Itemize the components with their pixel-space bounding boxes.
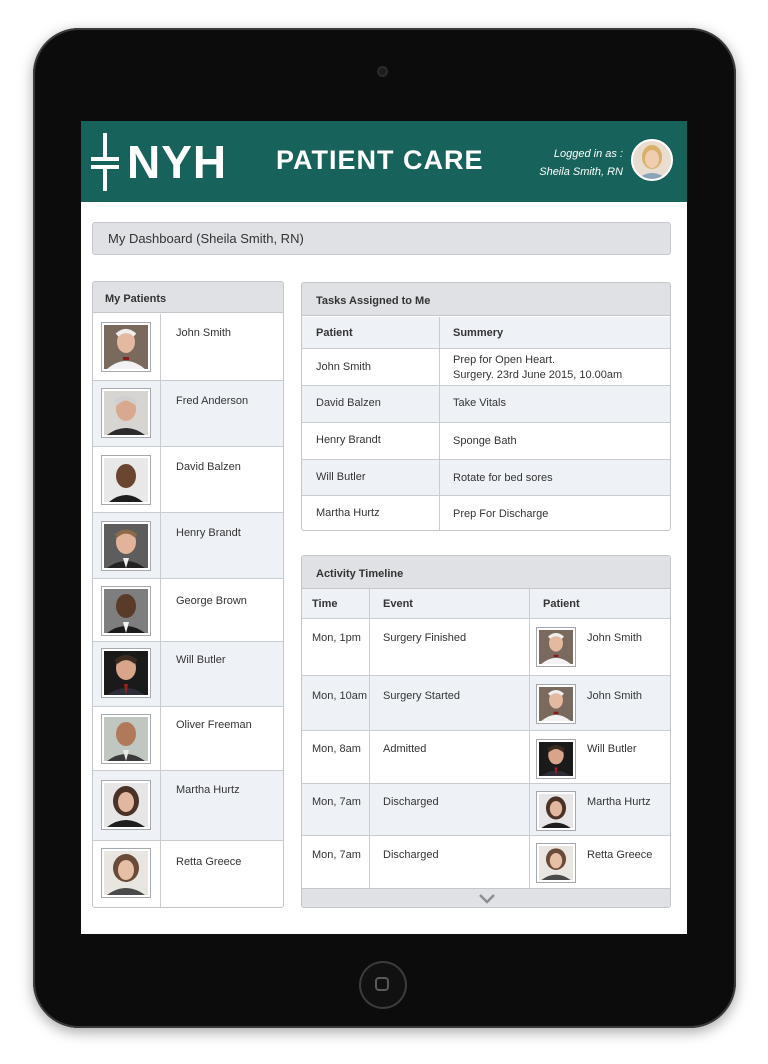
tasks-title: Tasks Assigned to Me	[302, 283, 670, 316]
task-row[interactable]: Will Butler Rotate for bed sores	[302, 460, 670, 496]
patient-photo	[537, 792, 575, 830]
patient-row[interactable]: Martha Hurtz	[93, 771, 283, 841]
nyh-logo-icon	[91, 133, 119, 191]
patient-photo	[102, 389, 150, 437]
chevron-down-icon	[479, 894, 495, 904]
patient-name: Henry Brandt	[176, 527, 241, 539]
patient-name: John Smith	[176, 327, 232, 339]
my-patients-panel: My Patients John Smith Fred Anderson Dav…	[92, 281, 284, 908]
column-header: Patient	[543, 598, 580, 610]
patient-row[interactable]: Fred Anderson	[93, 381, 283, 447]
timeline-patient: John Smith	[587, 690, 643, 702]
dashboard-title-bar: My Dashboard (Sheila Smith, RN)	[92, 222, 671, 255]
task-patient: Will Butler	[316, 471, 366, 483]
patient-row[interactable]: George Brown	[93, 579, 283, 642]
patient-photo	[102, 849, 150, 897]
logged-in-user: Sheila Smith, RN	[539, 166, 623, 178]
patient-name: Martha Hurtz	[176, 784, 240, 796]
column-header: Summery	[453, 327, 504, 339]
logo-text: NYH	[127, 136, 228, 188]
dashboard-title: My Dashboard (Sheila Smith, RN)	[108, 231, 304, 246]
patient-photo	[102, 587, 150, 635]
tasks-header-row: Patient Summery	[302, 317, 670, 349]
timeline-title: Activity Timeline	[302, 556, 670, 589]
timeline-time: Mon, 7am	[312, 796, 361, 808]
task-row[interactable]: David Balzen Take Vitals	[302, 386, 670, 423]
task-summary: Take Vitals	[453, 397, 506, 409]
activity-timeline-panel: Activity Timeline Time Event Patient Mon…	[301, 555, 671, 908]
timeline-event: Discharged	[383, 796, 439, 808]
nyh-logo[interactable]: NYH	[91, 131, 226, 193]
camera	[377, 66, 388, 77]
task-patient: Martha Hurtz	[316, 507, 380, 519]
task-patient: David Balzen	[316, 397, 381, 409]
user-avatar[interactable]	[631, 139, 673, 181]
patient-photo	[537, 740, 575, 778]
timeline-header-row: Time Event Patient	[302, 589, 670, 619]
patient-row[interactable]: Oliver Freeman	[93, 707, 283, 771]
task-row[interactable]: Martha Hurtz Prep For Discharge	[302, 496, 670, 530]
patient-row[interactable]: Henry Brandt	[93, 513, 283, 579]
timeline-time: Mon, 1pm	[312, 632, 361, 644]
header-bar: NYH PATIENT CARE Logged in as : Sheila S…	[81, 121, 687, 202]
patient-row[interactable]: Will Butler	[93, 642, 283, 707]
task-summary: Prep For Discharge	[453, 508, 549, 520]
timeline-time: Mon, 8am	[312, 743, 361, 755]
timeline-time: Mon, 7am	[312, 849, 361, 861]
patient-name: George Brown	[176, 595, 247, 607]
timeline-patient: Martha Hurtz	[587, 796, 651, 808]
timeline-patient: Retta Greece	[587, 849, 653, 861]
login-info: Logged in as : Sheila Smith, RN	[539, 145, 623, 181]
patient-row[interactable]: David Balzen	[93, 447, 283, 513]
task-patient: Henry Brandt	[316, 434, 381, 446]
timeline-event: Surgery Finished	[383, 632, 467, 644]
timeline-event: Surgery Started	[383, 690, 461, 702]
timeline-row[interactable]: Mon, 1pm Surgery Finished John Smith	[302, 619, 670, 676]
task-summary: Prep for Open Heart. Surgery. 23rd June …	[453, 354, 623, 381]
patient-photo	[537, 844, 575, 882]
app-title: PATIENT CARE	[276, 145, 484, 175]
patient-photo	[102, 522, 150, 570]
task-patient: John Smith	[316, 361, 372, 373]
my-patients-title: My Patients	[93, 282, 283, 313]
timeline-time: Mon, 10am	[312, 690, 368, 702]
column-header: Patient	[316, 327, 353, 339]
timeline-patient: John Smith	[587, 632, 643, 644]
patient-row[interactable]: Retta Greece	[93, 841, 283, 907]
patient-photo	[102, 781, 150, 829]
timeline-event: Discharged	[383, 849, 439, 861]
timeline-scroll-down-button[interactable]	[302, 888, 670, 907]
task-row[interactable]: John Smith Prep for Open Heart. Surgery.…	[302, 349, 670, 386]
timeline-row[interactable]: Mon, 7am Discharged Retta Greece	[302, 836, 670, 888]
timeline-row[interactable]: Mon, 7am Discharged Martha Hurtz	[302, 784, 670, 836]
logged-in-label: Logged in as :	[553, 148, 623, 160]
task-row[interactable]: Henry Brandt Sponge Bath	[302, 423, 670, 460]
home-button[interactable]	[359, 961, 407, 1009]
patient-name: Fred Anderson	[176, 395, 249, 407]
column-header: Time	[312, 598, 338, 610]
patient-photo	[537, 628, 575, 666]
timeline-row[interactable]: Mon, 10am Surgery Started John Smith	[302, 676, 670, 731]
timeline-event: Admitted	[383, 743, 427, 755]
patient-name: Will Butler	[176, 654, 226, 666]
patient-photo	[102, 715, 150, 763]
patient-name: David Balzen	[176, 461, 241, 473]
tasks-panel: Tasks Assigned to Me Patient Summery Joh…	[301, 282, 671, 531]
timeline-patient: Will Butler	[587, 743, 637, 755]
task-summary: Rotate for bed sores	[453, 472, 553, 484]
patient-photo	[102, 456, 150, 504]
timeline-row[interactable]: Mon, 8am Admitted Will Butler	[302, 731, 670, 784]
patient-photo	[537, 685, 575, 723]
patient-name: Oliver Freeman	[176, 719, 252, 731]
column-header: Event	[383, 598, 413, 610]
patient-name: Retta Greece	[176, 856, 242, 868]
app-screen: NYH PATIENT CARE Logged in as : Sheila S…	[81, 121, 687, 934]
patient-photo	[102, 323, 150, 371]
task-summary: Sponge Bath	[453, 435, 517, 447]
patient-row[interactable]: John Smith	[93, 314, 283, 381]
patient-photo	[102, 649, 150, 697]
